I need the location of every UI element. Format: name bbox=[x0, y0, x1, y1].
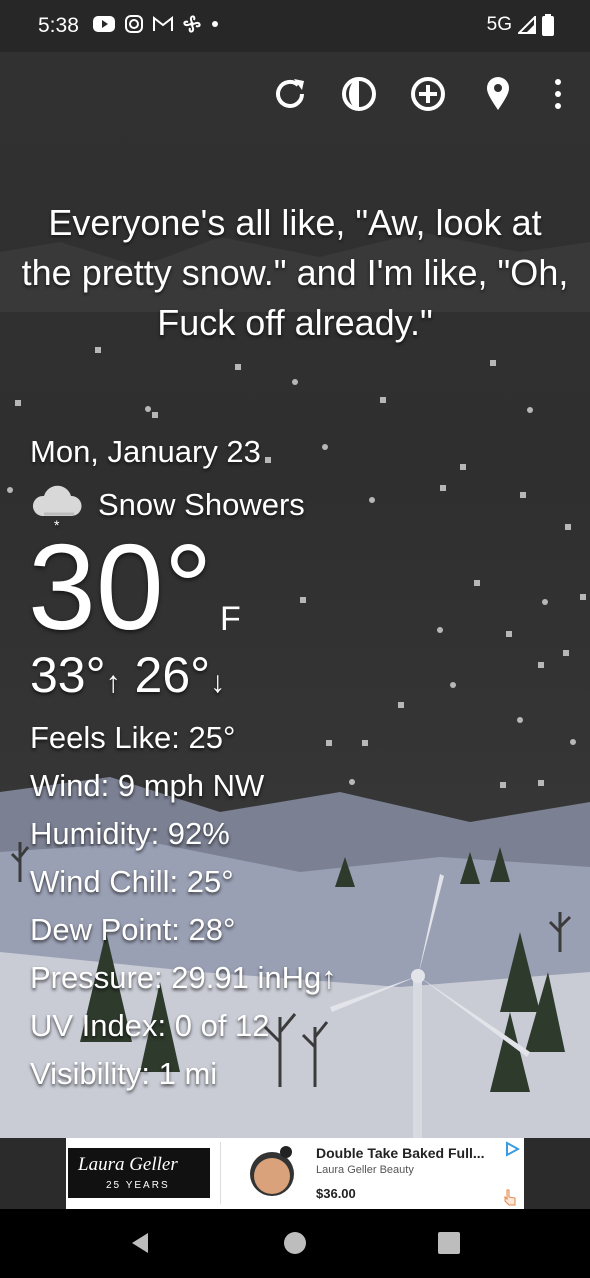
wind: Wind: 9 mph NW bbox=[30, 768, 265, 803]
toolbar bbox=[0, 60, 590, 130]
high-temp: 33° bbox=[30, 647, 106, 703]
youtube-icon bbox=[93, 16, 115, 32]
ad-price: $36.00 bbox=[316, 1186, 356, 1201]
gmail-icon bbox=[153, 15, 173, 31]
refresh-icon[interactable] bbox=[270, 74, 310, 114]
moon-phase-icon[interactable] bbox=[339, 74, 379, 114]
ad-logo-sub: 25 YEARS bbox=[106, 1180, 170, 1191]
wind-chill: Wind Chill: 25° bbox=[30, 864, 234, 899]
home-icon[interactable] bbox=[283, 1231, 307, 1255]
humidity: Humidity: 92% bbox=[30, 816, 230, 851]
low-temp: 26° bbox=[134, 647, 211, 703]
pressure: Pressure: 29.91 inHg↑ bbox=[30, 960, 337, 995]
back-icon[interactable] bbox=[128, 1231, 152, 1255]
condition-label: Snow Showers bbox=[98, 487, 305, 522]
date-label: Mon, January 23 bbox=[30, 434, 261, 469]
ad-divider bbox=[220, 1142, 221, 1204]
ad-choices-icon[interactable] bbox=[504, 1141, 520, 1157]
ad-product-image bbox=[250, 1146, 294, 1196]
current-temperature: 30° bbox=[28, 519, 213, 655]
weather-quote: Everyone's all like, "Aw, look at the pr… bbox=[21, 202, 569, 343]
visibility: Visibility: 1 mi bbox=[30, 1056, 218, 1091]
status-time: 5:38 bbox=[38, 14, 79, 37]
ad-brand: Laura Geller Beauty bbox=[316, 1164, 414, 1176]
instagram-icon bbox=[125, 15, 143, 33]
fan-icon bbox=[183, 15, 201, 33]
hand-pointer-icon bbox=[504, 1189, 516, 1206]
dew-point: Dew Point: 28° bbox=[30, 912, 236, 947]
ad-banner[interactable]: Laura Geller 25 YEARS Double Take Baked … bbox=[66, 1138, 524, 1209]
more-vert-icon[interactable] bbox=[538, 74, 578, 114]
recents-icon[interactable] bbox=[437, 1231, 461, 1255]
temperature-unit: F bbox=[220, 600, 241, 638]
notification-icons bbox=[92, 14, 220, 34]
ad-logo: Laura Geller 25 YEARS bbox=[68, 1148, 210, 1198]
add-location-icon[interactable] bbox=[408, 74, 448, 114]
battery-icon bbox=[542, 14, 554, 36]
ad-title[interactable]: Double Take Baked Full... bbox=[316, 1145, 485, 1161]
signal-icon bbox=[518, 16, 536, 34]
status-bar: 5:38 5G bbox=[0, 0, 590, 52]
network-label: 5G bbox=[486, 14, 512, 35]
high-low-row: 33°↑ 26°↓ bbox=[30, 644, 225, 714]
status-right: 5G bbox=[487, 14, 554, 36]
up-arrow-icon: ↑ bbox=[105, 666, 121, 699]
location-pin-icon[interactable] bbox=[478, 74, 518, 114]
down-arrow-icon: ↓ bbox=[210, 666, 226, 699]
dot-icon bbox=[212, 21, 218, 27]
ad-logo-text: Laura Geller bbox=[78, 1154, 178, 1175]
feels-like: Feels Like: 25° bbox=[30, 720, 236, 755]
uv-index: UV Index: 0 of 12 bbox=[30, 1008, 270, 1043]
weather-details: Feels Like: 25° Wind: 9 mph NW Humidity:… bbox=[30, 714, 337, 1098]
navigation-bar bbox=[0, 1209, 590, 1278]
